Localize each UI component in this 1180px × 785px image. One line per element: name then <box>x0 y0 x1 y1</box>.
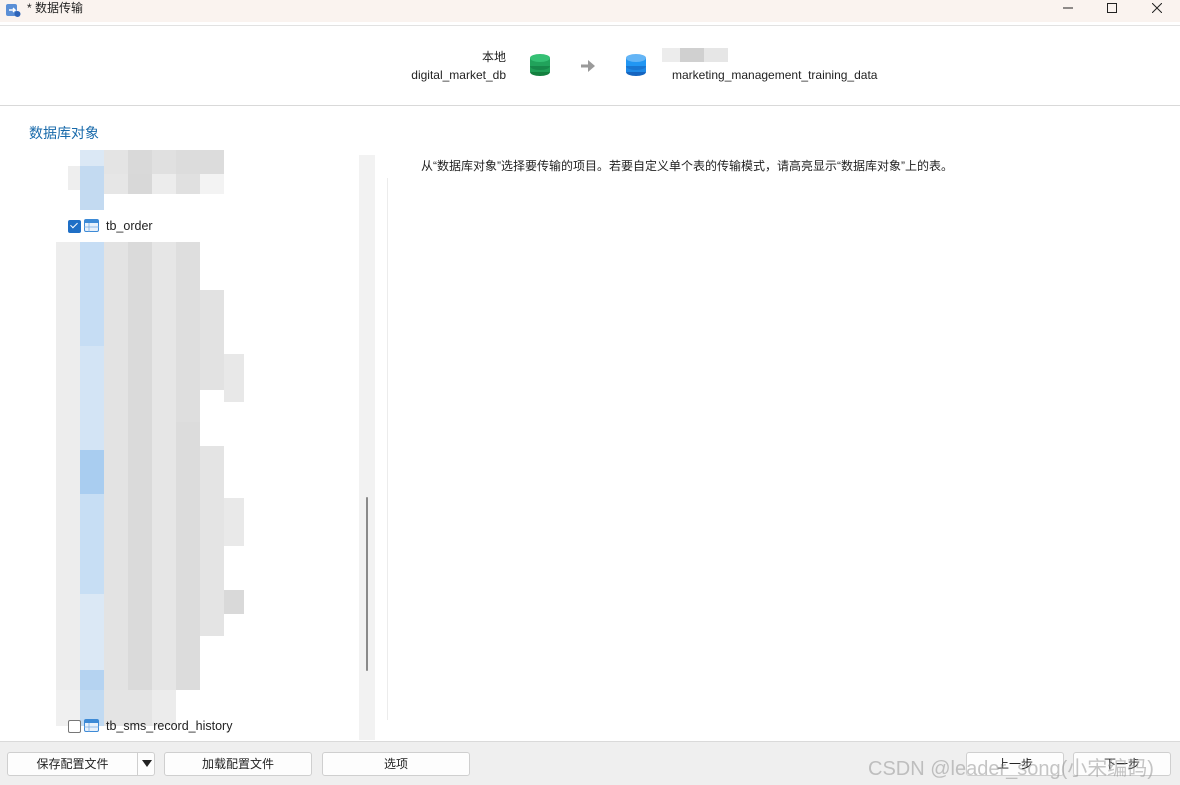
options-button[interactable]: 选项 <box>322 752 470 776</box>
objects-section-title: 数据库对象 <box>29 125 99 141</box>
target-database-icon <box>626 54 646 76</box>
minimize-button[interactable] <box>1045 0 1091 16</box>
database-object-tree[interactable]: tb_order tb_sms_record_history <box>30 150 360 740</box>
target-connection-name-redacted <box>662 48 728 62</box>
hint-text: 从“数据库对象”选择要传输的项目。若要自定义单个表的传输模式，请高亮显示“数据库… <box>421 159 953 173</box>
save-config-button[interactable]: 保存配置文件 <box>7 752 155 776</box>
maximize-icon <box>1107 3 1117 13</box>
chevron-down-icon <box>142 760 152 767</box>
maximize-button[interactable] <box>1089 0 1135 16</box>
tree-item-label: tb_order <box>106 219 153 233</box>
close-button[interactable] <box>1134 0 1180 16</box>
save-config-dropdown[interactable] <box>137 753 156 775</box>
target-database-name: marketing_management_training_data <box>672 68 878 82</box>
load-config-button[interactable]: 加载配置文件 <box>164 752 312 776</box>
arrow-right-icon <box>581 60 595 72</box>
scrollbar-thumb[interactable] <box>366 497 368 671</box>
save-config-label: 保存配置文件 <box>36 757 109 771</box>
source-database-icon <box>530 54 550 76</box>
table-icon <box>84 219 99 232</box>
right-pane-divider <box>387 178 388 720</box>
close-icon <box>1152 3 1162 13</box>
title-bar: * 数据传输 <box>0 0 1180 22</box>
source-connection-name: 本地 <box>481 50 506 64</box>
source-database-name: digital_market_db <box>411 68 506 82</box>
checkbox-tb-sms-record-history[interactable] <box>68 720 81 733</box>
tree-item-label: tb_sms_record_history <box>106 719 233 733</box>
connection-header: 本地 digital_market_db marketing_managemen… <box>0 26 1180 106</box>
watermark-text: CSDN @leader_song(小宋编码) <box>868 758 1154 780</box>
window-title: * 数据传输 <box>27 1 84 15</box>
navicat-transfer-icon <box>6 4 21 17</box>
checkbox-tb-order[interactable] <box>68 220 81 233</box>
tree-scrollbar[interactable] <box>359 155 375 740</box>
minimize-icon <box>1063 7 1073 9</box>
table-icon <box>84 719 99 732</box>
